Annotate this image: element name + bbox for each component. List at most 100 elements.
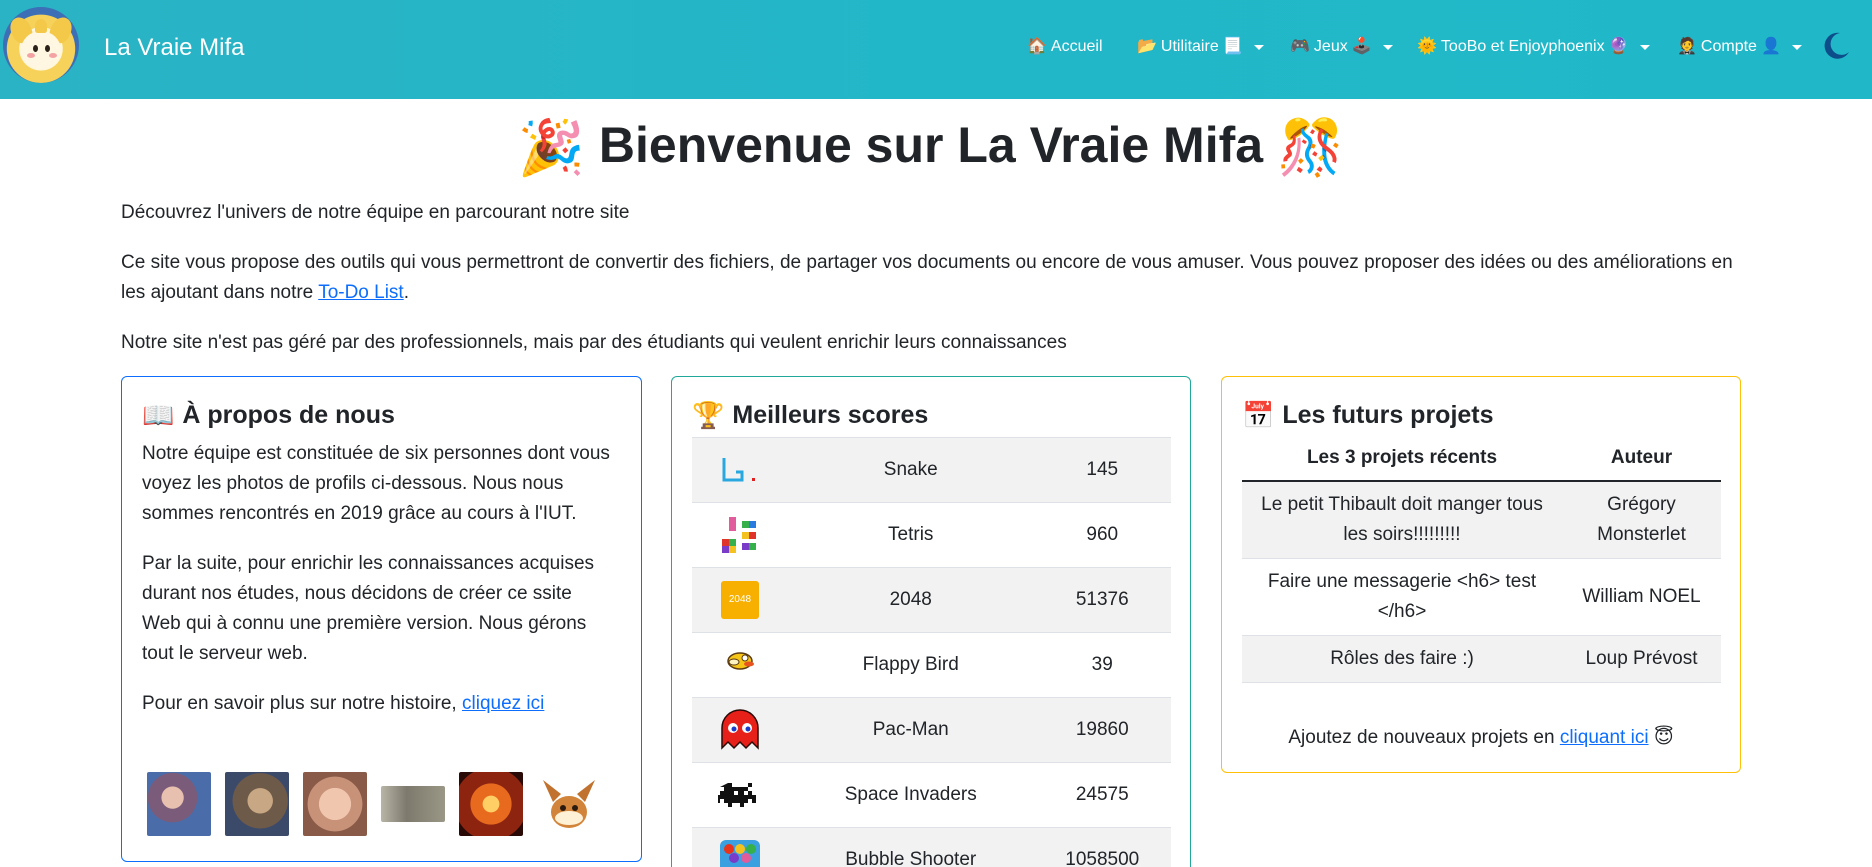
nav-compte[interactable]: 🤵 Compte 👤	[1673, 36, 1802, 58]
scores-title: 🏆 Meilleurs scores	[692, 397, 928, 433]
logo-eye-left	[33, 45, 38, 52]
game-icon-cell	[692, 763, 788, 828]
home-icon: 🏠	[1027, 38, 1047, 55]
table-row[interactable]: Le petit Thibault doit manger tous les s…	[1242, 481, 1721, 559]
avatar[interactable]	[381, 786, 445, 822]
column-header-author: Auteur	[1562, 435, 1721, 482]
game-score: 145	[1086, 459, 1119, 480]
game-icon-cell	[692, 633, 788, 698]
logo-cheek-right	[49, 53, 57, 58]
pacman-ghost-icon	[721, 709, 759, 750]
game-icon-cell	[692, 828, 788, 867]
chevron-down-icon	[1253, 44, 1264, 50]
page-title: 🎉 Bienvenue sur La Vraie Mifa 🎊	[0, 112, 1862, 181]
logo-face	[21, 31, 61, 69]
flappy-bird-icon	[727, 652, 754, 670]
trophy-icon: 🏆	[692, 400, 725, 430]
calendar-icon: 📅	[1242, 400, 1275, 430]
table-row[interactable]: Pac-Man 19860	[692, 697, 1171, 763]
project-author: Loup Prévost	[1562, 635, 1721, 683]
todo-list-link[interactable]: To-Do List	[318, 282, 404, 303]
nav-utilitaire[interactable]: 📂 Utilitaire 📃	[1133, 36, 1264, 58]
project-name: Le petit Thibault doit manger tous les s…	[1242, 481, 1562, 559]
person-icon: 🤵	[1677, 38, 1697, 55]
game-name: Space Invaders	[844, 784, 977, 805]
game-score: 19860	[1075, 719, 1129, 740]
projects-footer-text: Ajoutez de nouveaux projets en	[1288, 727, 1560, 748]
intro-text: Découvrez l'univers de notre équipe en p…	[121, 202, 630, 223]
projects-card: 📅 Les futurs projets Les 3 projets récen…	[1221, 376, 1741, 773]
2048-icon: 2048	[721, 581, 759, 619]
avatar[interactable]	[459, 772, 523, 836]
nav-jeux[interactable]: 🎮 Jeux 🕹️	[1286, 36, 1393, 58]
game-score: 39	[1091, 654, 1113, 675]
table-row[interactable]: Space Invaders 24575	[692, 762, 1171, 828]
nav-toobo[interactable]: 🌞 TooBo et Enjoyphoenix 🔮	[1413, 36, 1650, 58]
brand-logo[interactable]	[3, 7, 79, 83]
scores-card: 🏆 Meilleurs scores Snake 145 Tetris 960 …	[671, 376, 1191, 867]
tetris-icon	[722, 517, 756, 553]
avatar[interactable]	[147, 772, 211, 836]
scores-table: Snake 145 Tetris 960 2048 2048 51376 Fla…	[692, 437, 1171, 867]
logo-eye-right	[45, 45, 50, 52]
game-icon-cell	[692, 503, 788, 568]
add-project-link[interactable]: cliquant ici	[1560, 727, 1649, 748]
theme-toggle-button[interactable]	[1820, 30, 1852, 62]
gamepad-icon: 🎮	[1290, 38, 1310, 55]
team-avatars	[147, 772, 601, 836]
crystal-ball-icon: 🔮	[1608, 38, 1629, 55]
logo-tuft	[35, 19, 47, 33]
project-name: Rôles des faire :)	[1242, 635, 1562, 683]
about-paragraph-3-text: Pour en savoir plus sur notre histoire,	[142, 693, 462, 714]
user-icon: 👤	[1760, 38, 1781, 55]
about-paragraph-3: Pour en savoir plus sur notre histoire, …	[142, 689, 612, 719]
about-title-text: À propos de nous	[182, 401, 395, 429]
table-row[interactable]: Bubble Shooter 1058500	[692, 827, 1171, 867]
open-book-icon: 📖	[142, 400, 175, 430]
confetti-ball-icon: 🎊	[1277, 118, 1345, 178]
smiling-halo-icon: 😇	[1653, 727, 1674, 748]
game-name: Flappy Bird	[862, 654, 959, 675]
game-name: 2048	[889, 589, 932, 610]
nav-accueil-label: Accueil	[1050, 38, 1103, 55]
game-name: Pac-Man	[872, 719, 949, 740]
table-row[interactable]: Tetris 960	[692, 502, 1171, 568]
logo-cheek-left	[27, 53, 35, 58]
avatar[interactable]	[303, 772, 367, 836]
column-header-project: Les 3 projets récents	[1242, 435, 1562, 482]
table-row[interactable]: Rôles des faire :) Loup Prévost	[1242, 635, 1721, 683]
brand-name[interactable]: La Vraie Mifa	[104, 33, 245, 63]
nav-accueil[interactable]: 🏠 Accueil	[1023, 36, 1103, 58]
about-title: 📖 À propos de nous	[142, 397, 395, 433]
table-row[interactable]: Faire une messagerie <h6> test </h6> Wil…	[1242, 558, 1721, 636]
nav-compte-label: Compte	[1700, 38, 1757, 55]
projects-footer: Ajoutez de nouveaux projets en cliquant …	[1222, 723, 1740, 753]
nav-toobo-label: TooBo et Enjoyphoenix	[1440, 38, 1605, 55]
avatar[interactable]	[537, 772, 601, 836]
sun-icon: 🌞	[1417, 38, 1437, 55]
table-row[interactable]: Snake 145	[692, 437, 1171, 503]
snake-icon	[722, 458, 755, 482]
projects-title-text: Les futurs projets	[1282, 401, 1494, 429]
nav-utilitaire-label: Utilitaire	[1160, 38, 1219, 55]
game-icon-cell: 2048	[692, 568, 788, 633]
projects-table: Les 3 projets récents Auteur Le petit Th…	[1242, 435, 1721, 683]
game-name: Tetris	[888, 524, 934, 545]
description-text-end: .	[403, 282, 409, 303]
game-score: 24575	[1075, 784, 1129, 805]
project-author: Grégory Monsterlet	[1562, 481, 1721, 559]
game-icon-cell	[692, 438, 788, 503]
joystick-icon: 🕹️	[1351, 38, 1372, 55]
scores-title-text: Meilleurs scores	[732, 401, 929, 429]
history-link[interactable]: cliquez ici	[462, 693, 544, 714]
chevron-down-icon	[1639, 44, 1650, 50]
game-name: Bubble Shooter	[845, 849, 977, 867]
note-text: Notre site n'est pas géré par des profes…	[121, 332, 1067, 353]
table-row[interactable]: Flappy Bird 39	[692, 632, 1171, 698]
page-title-text: Bienvenue sur La Vraie Mifa	[598, 117, 1264, 173]
table-row[interactable]: 2048 2048 51376	[692, 567, 1171, 633]
game-score: 1058500	[1065, 849, 1140, 867]
description-text: Ce site vous propose des outils qui vous…	[121, 248, 1761, 308]
page-icon: 📃	[1222, 38, 1243, 55]
avatar[interactable]	[225, 772, 289, 836]
